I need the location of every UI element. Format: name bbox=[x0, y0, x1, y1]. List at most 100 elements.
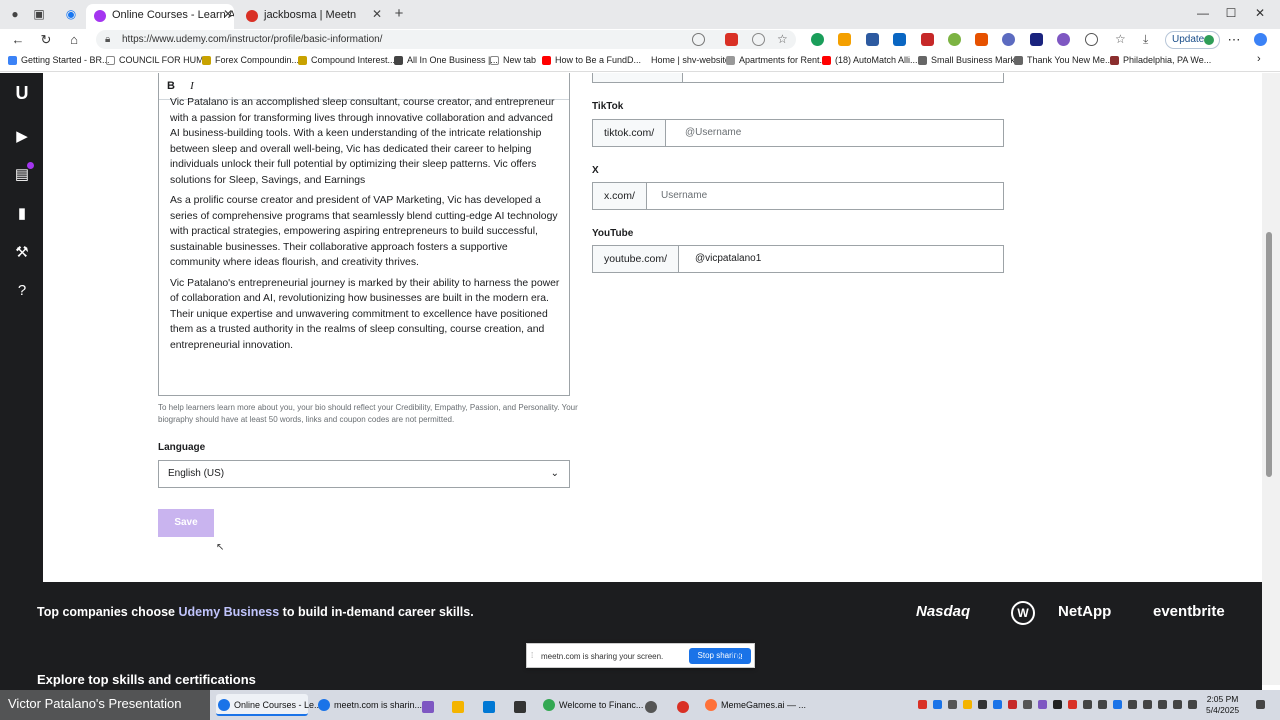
bookmark-item[interactable]: (18) AutoMatch Alli... bbox=[822, 55, 918, 65]
tray-icon[interactable] bbox=[1083, 700, 1092, 709]
home-icon[interactable]: ⌂ bbox=[66, 32, 82, 47]
bookmark-item[interactable]: Philadelphia, PA We... bbox=[1110, 55, 1211, 65]
tray-icon[interactable] bbox=[978, 700, 987, 709]
new-tab-icon[interactable]: + bbox=[392, 6, 406, 21]
taskbar-item[interactable]: Welcome to Financ... bbox=[541, 694, 643, 716]
udemy-business-link[interactable]: Udemy Business bbox=[178, 605, 279, 619]
tab-meetn[interactable]: jackbosma | Meetn bbox=[238, 4, 386, 29]
volume-icon[interactable] bbox=[1158, 700, 1167, 709]
bookmark-item[interactable]: New tab bbox=[490, 55, 536, 65]
taskbar-item[interactable]: meetn.com is sharin... bbox=[316, 694, 422, 716]
battery-icon[interactable] bbox=[1173, 700, 1182, 709]
notifications-icon[interactable] bbox=[1256, 700, 1265, 709]
bookmark-item[interactable]: Small Business Mark... bbox=[918, 55, 1023, 65]
bold-button[interactable]: B bbox=[164, 79, 178, 93]
hide-share-link[interactable]: Hide bbox=[732, 651, 748, 660]
favorite-star-icon[interactable]: ☆ bbox=[777, 33, 790, 46]
x-input[interactable]: Username bbox=[661, 183, 707, 209]
extensions-puzzle-icon[interactable] bbox=[1085, 33, 1098, 46]
extension-icon[interactable] bbox=[866, 33, 879, 46]
tray-icon[interactable] bbox=[904, 700, 913, 709]
pen-icon[interactable] bbox=[1188, 700, 1197, 709]
extension-icon[interactable] bbox=[838, 33, 851, 46]
youtube-input[interactable]: @vicpatalano1 bbox=[695, 246, 761, 272]
refresh-icon[interactable]: ↻ bbox=[38, 32, 54, 48]
x-field[interactable]: x.com/ Username bbox=[592, 182, 1004, 210]
copilot-icon[interactable] bbox=[1254, 33, 1267, 46]
update-button[interactable]: Update bbox=[1165, 31, 1220, 49]
language-select[interactable]: English (US) ⌄ bbox=[158, 460, 570, 488]
extension-icon[interactable] bbox=[948, 33, 961, 46]
biography-text[interactable]: Vic Patalano is an accomplished sleep co… bbox=[170, 95, 560, 385]
profile-icon[interactable]: ● bbox=[8, 7, 22, 21]
extension-icon[interactable] bbox=[921, 33, 934, 46]
reading-icon[interactable] bbox=[752, 33, 765, 46]
save-button[interactable]: Save bbox=[158, 509, 214, 537]
tray-icon[interactable] bbox=[1068, 700, 1077, 709]
tray-icon[interactable] bbox=[993, 700, 1002, 709]
tray-icon[interactable] bbox=[1038, 700, 1047, 709]
bookmark-item[interactable]: How to Be a FundD... bbox=[542, 55, 641, 65]
taskbar-item[interactable]: Online Courses - Le... bbox=[216, 694, 322, 716]
zoom-icon[interactable] bbox=[692, 33, 705, 46]
more-menu-icon[interactable]: ⋯ bbox=[1226, 32, 1242, 48]
tab-udemy[interactable]: Online Courses - Learn Anything, On Your… bbox=[86, 4, 234, 29]
extension-icon[interactable] bbox=[1057, 33, 1070, 46]
outlook-icon[interactable] bbox=[483, 701, 495, 713]
minimize-icon[interactable]: — bbox=[1195, 6, 1211, 20]
biography-editor[interactable]: B I Vic Patalano is an accomplished slee… bbox=[158, 73, 570, 396]
bookmark-item[interactable]: Compound Interest... bbox=[298, 55, 395, 65]
opera-icon[interactable] bbox=[677, 701, 689, 713]
extension-icon[interactable] bbox=[975, 33, 988, 46]
scrollbar-thumb[interactable] bbox=[1266, 232, 1272, 477]
dell-icon[interactable] bbox=[645, 701, 657, 713]
bookmark-item[interactable]: Forex Compoundin... bbox=[202, 55, 299, 65]
close-window-icon[interactable]: ✕ bbox=[1252, 6, 1268, 20]
social-field-partial[interactable] bbox=[592, 73, 1004, 83]
tray-icon[interactable] bbox=[933, 700, 942, 709]
italic-button[interactable]: I bbox=[185, 79, 199, 93]
favorites-icon[interactable]: ☆ bbox=[1115, 33, 1128, 46]
system-clock[interactable]: 2:05 PM 5/4/2025 bbox=[1206, 694, 1239, 716]
tray-icon[interactable] bbox=[1053, 700, 1062, 709]
tiktok-field[interactable]: tiktok.com/ @Username bbox=[592, 119, 1004, 147]
downloads-icon[interactable]: ⤓ bbox=[1143, 33, 1156, 46]
url-input[interactable]: 🔒︎ https://www.udemy.com/instructor/prof… bbox=[96, 30, 796, 49]
bookmark-item[interactable]: All In One Business |... bbox=[394, 55, 498, 65]
bookmark-item[interactable]: Home | shv-website bbox=[638, 55, 730, 65]
tray-icon[interactable] bbox=[1008, 700, 1017, 709]
courses-icon[interactable]: ▶ bbox=[12, 127, 32, 147]
performance-icon[interactable]: ▮ bbox=[12, 204, 32, 224]
maximize-icon[interactable]: ☐ bbox=[1223, 6, 1239, 20]
tray-icon[interactable] bbox=[948, 700, 957, 709]
tab-actions-icon[interactable]: ▣ bbox=[32, 7, 46, 21]
bookmark-item[interactable]: COUNCIL FOR HUM... bbox=[106, 55, 211, 65]
app-icon[interactable] bbox=[514, 701, 526, 713]
close-tab-icon[interactable]: ✕ bbox=[221, 7, 235, 21]
udemy-logo-icon[interactable]: U bbox=[12, 83, 32, 103]
communication-icon[interactable]: ▤ bbox=[12, 162, 34, 185]
tiktok-input[interactable]: @Username bbox=[685, 120, 741, 146]
drag-handle-icon[interactable]: ⁞ bbox=[531, 651, 533, 660]
taskbar-item[interactable]: MemeGames.ai — ... bbox=[703, 694, 806, 716]
tools-icon[interactable]: ⚒ bbox=[12, 243, 32, 263]
help-icon[interactable]: ? bbox=[12, 281, 32, 301]
messenger-icon[interactable]: ◉ bbox=[64, 7, 78, 21]
youtube-field[interactable]: youtube.com/ @vicpatalano1 bbox=[592, 245, 1004, 273]
app-icon[interactable] bbox=[422, 701, 434, 713]
bluetooth-icon[interactable] bbox=[1113, 700, 1122, 709]
tray-icon[interactable] bbox=[963, 700, 972, 709]
tray-icon[interactable] bbox=[918, 700, 927, 709]
extension-icon[interactable] bbox=[1030, 33, 1043, 46]
bookmark-item[interactable]: Getting Started - BR... bbox=[8, 55, 110, 65]
bookmarks-overflow-icon[interactable]: › bbox=[1244, 53, 1261, 65]
bookmark-item[interactable]: Apartments for Rent... bbox=[726, 55, 827, 65]
file-explorer-icon[interactable] bbox=[452, 701, 464, 713]
tray-icon[interactable] bbox=[1098, 700, 1107, 709]
extension-icon[interactable] bbox=[1002, 33, 1015, 46]
back-icon[interactable]: ← bbox=[10, 32, 26, 47]
extension-icon[interactable] bbox=[893, 33, 906, 46]
close-tab-icon[interactable]: ✕ bbox=[370, 7, 384, 21]
bookmark-item[interactable]: Thank You New Me... bbox=[1014, 55, 1113, 65]
grammarly-icon[interactable] bbox=[811, 33, 824, 46]
